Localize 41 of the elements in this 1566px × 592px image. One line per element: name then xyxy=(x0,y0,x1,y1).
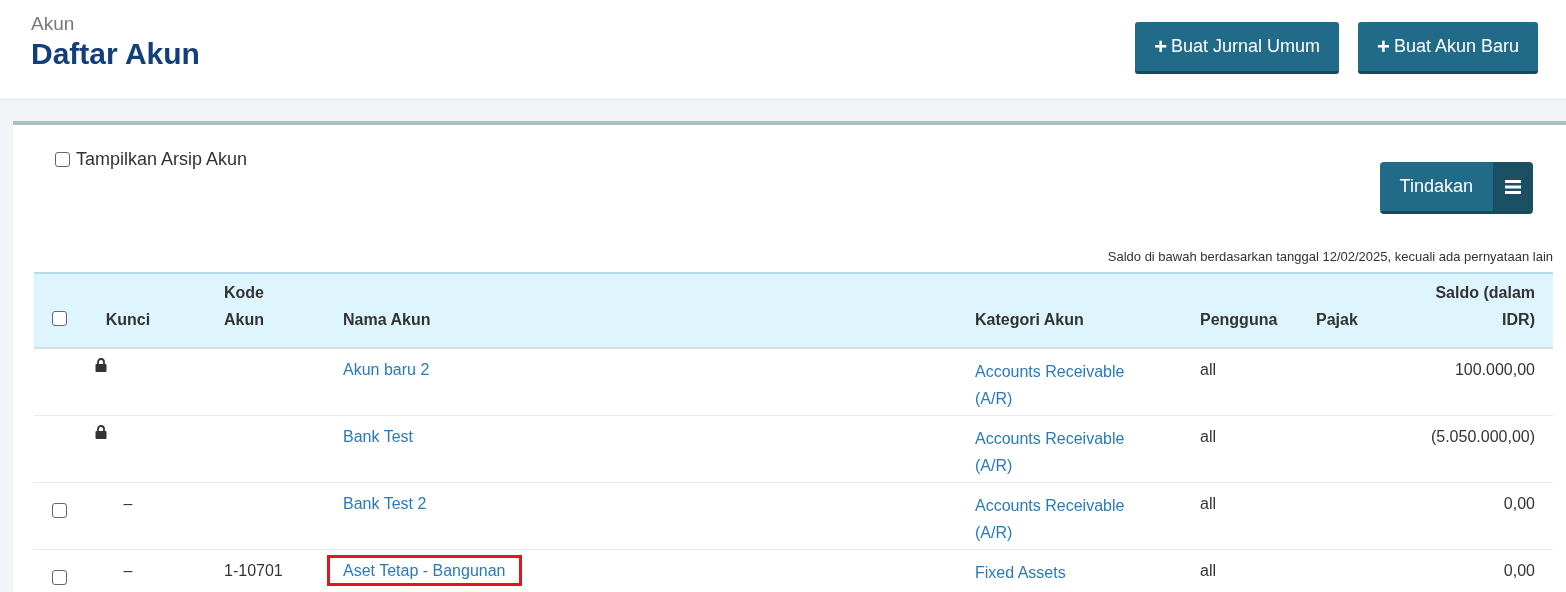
balance-amount: 100.000,00 xyxy=(1454,361,1535,378)
account-code: 1-10701 xyxy=(224,561,283,579)
balance-amount: 0,00 xyxy=(1503,561,1535,579)
category-link[interactable]: Accounts Receivable (A/R) xyxy=(975,358,1155,412)
dash: – xyxy=(123,561,133,579)
checkbox-label: Tampilkan Arsip Akun xyxy=(76,147,248,171)
create-button[interactable]: + Buat Jurnal Umum xyxy=(1135,22,1340,74)
column-header: Nama Akun xyxy=(343,310,431,330)
page-title: Daftar Akun xyxy=(31,36,200,72)
column-header: Kunci xyxy=(105,310,151,330)
user-text: all xyxy=(1200,361,1216,378)
balance-amount: (5.050.000,00) xyxy=(1430,427,1535,445)
column-header: Kode Akun xyxy=(224,283,265,330)
balance-amount: 0,00 xyxy=(1503,494,1535,512)
dash: – xyxy=(123,494,133,512)
checkbox[interactable] xyxy=(52,310,67,326)
checkbox[interactable] xyxy=(55,151,70,167)
category-link[interactable]: Accounts Receivable (A/R) xyxy=(975,491,1155,546)
breadcrumb: Akun xyxy=(31,12,76,36)
account-name-link[interactable]: Aset Tetap - Bangunan xyxy=(327,554,522,586)
plus-icon: + xyxy=(1154,35,1167,58)
checkbox[interactable] xyxy=(52,569,67,585)
column-header: Kategori Akun xyxy=(975,310,1084,330)
plus-icon: + xyxy=(1377,35,1390,58)
lock-icon xyxy=(95,358,107,372)
column-header: Pengguna xyxy=(1200,310,1278,330)
account-name-link[interactable]: Akun baru 2 xyxy=(343,361,430,378)
column-header: Pajak xyxy=(1316,310,1358,330)
menu-icon xyxy=(1505,179,1521,194)
user-text: all xyxy=(1200,494,1216,512)
account-name-link[interactable]: Bank Test xyxy=(343,427,413,445)
user-text: all xyxy=(1200,561,1216,579)
column-header: Saldo (dalam IDR) xyxy=(1434,283,1535,330)
balance-note: Saldo di bawah berdasarkan tanggal 12/02/2025, kecuali ada pernyataan lain xyxy=(1107,249,1553,264)
checkbox[interactable] xyxy=(52,502,67,518)
category-link[interactable]: Accounts Receivable (A/R) xyxy=(975,424,1155,479)
category-link[interactable]: Fixed Assets xyxy=(975,558,1155,586)
account-name-link[interactable]: Bank Test 2 xyxy=(343,494,427,512)
lock-icon xyxy=(95,424,107,439)
user-text: all xyxy=(1200,427,1216,445)
create-button[interactable]: + Buat Akun Baru xyxy=(1358,22,1538,74)
